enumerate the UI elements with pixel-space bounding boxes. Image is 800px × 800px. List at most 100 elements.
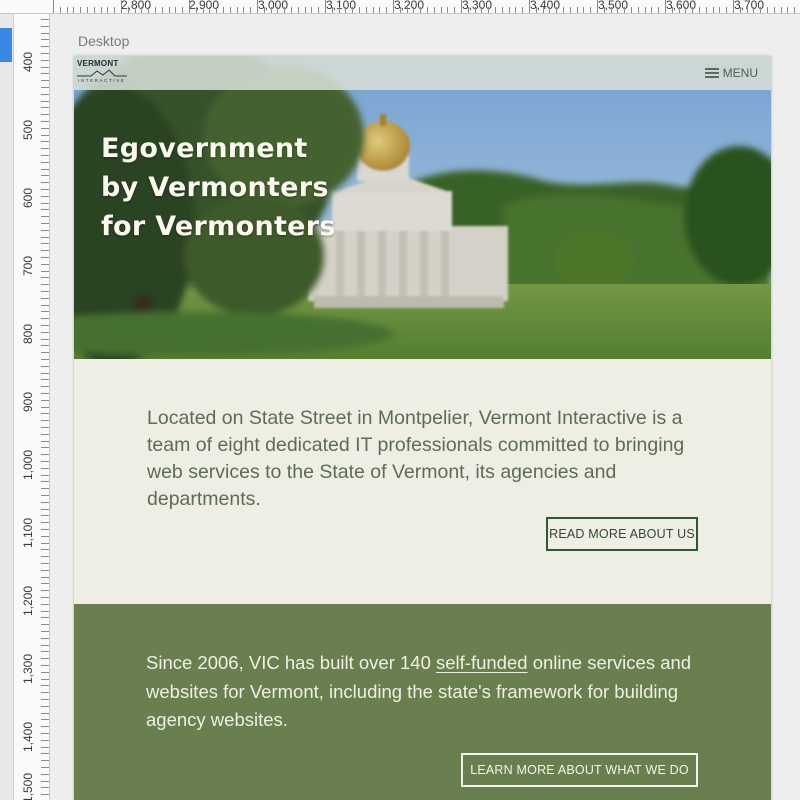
ruler-tick: [41, 39, 49, 41]
ruler-tick: [284, 7, 286, 13]
ruler-tick: [692, 7, 694, 13]
ruler-tick: [41, 182, 49, 184]
ruler-tick: [41, 148, 49, 150]
vermont-interactive-logo[interactable]: VERMONT INTERACTIVE: [77, 59, 129, 87]
menu-button[interactable]: MENU: [704, 66, 758, 80]
ruler-tick: [41, 202, 49, 204]
ruler-tick: [41, 590, 49, 592]
ruler-tick: [41, 658, 49, 660]
hero-title-line: for Vermonters: [101, 211, 336, 242]
ruler-tick: [229, 7, 231, 13]
ruler-tick: [41, 379, 49, 381]
ruler-tick: [93, 7, 95, 13]
ruler-tick: [41, 631, 49, 632]
ruler-tick: [576, 7, 578, 13]
work-text-start: Since 2006, VIC has built over 140: [146, 652, 437, 673]
ruler-tick: [365, 7, 367, 13]
ruler-tick: [236, 7, 238, 13]
ruler-label: 1,400: [21, 721, 35, 752]
ruler-tick: [41, 209, 49, 211]
ruler-tick: [508, 7, 510, 13]
ruler-tick: [41, 495, 49, 496]
ruler-tick: [41, 121, 49, 122]
ruler-tick: [59, 7, 61, 13]
ruler-tick: [542, 7, 544, 13]
ruler-tick: [41, 780, 49, 782]
ruler-tick: [311, 7, 313, 13]
ruler-tick: [41, 318, 49, 320]
ruler-tick: [141, 7, 143, 13]
ruler-tick: [41, 365, 49, 367]
ruler-tick: [501, 7, 503, 13]
ruler-label: 1,100: [21, 517, 35, 548]
ruler-tick: [41, 583, 49, 585]
ruler-tick: [515, 7, 517, 13]
ruler-tick: [345, 7, 347, 13]
ruler-tick: [658, 7, 660, 13]
vertical-ruler: 400 500 600 700 800 900 1,000 1,100 1,20…: [0, 14, 50, 800]
ruler-tick: [41, 522, 49, 524]
ruler-tick: [41, 270, 49, 272]
ruler-tick: [569, 7, 571, 13]
learn-more-button[interactable]: LEARN MORE ABOUT WHAT WE DO: [461, 753, 698, 787]
ruler-tick: [41, 372, 49, 374]
ruler-tick: [41, 114, 49, 116]
ruler-tick: [41, 726, 49, 728]
ruler-tick: [338, 7, 340, 13]
ruler-tick: [41, 107, 49, 109]
ruler-tick: [597, 0, 598, 13]
ruler-tick: [41, 746, 49, 748]
ruler-tick: [41, 454, 49, 456]
ruler-tick: [420, 7, 422, 13]
ruler-tick: [41, 93, 49, 95]
hero-title-line: by Vermonters: [101, 172, 329, 203]
ruler-tick: [488, 7, 490, 13]
artboard-label[interactable]: Desktop: [78, 33, 129, 49]
layers-strip[interactable]: [0, 14, 14, 800]
read-more-about-us-button[interactable]: READ MORE ABOUT US: [546, 517, 698, 551]
ruler-tick: [41, 19, 49, 20]
ruler-tick: [41, 597, 49, 598]
ruler-tick: [474, 7, 476, 13]
ruler-tick: [41, 250, 49, 252]
ruler-tick: [739, 7, 741, 13]
ruler-tick: [41, 678, 49, 680]
ruler-tick: [41, 705, 49, 707]
logo-tagline: INTERACTIVE: [78, 78, 126, 83]
ruler-tick: [41, 535, 49, 537]
ruler-tick: [746, 7, 748, 13]
ruler-tick: [637, 7, 639, 13]
ruler-tick: [66, 7, 68, 13]
artboard-desktop[interactable]: VERMONT INTERACTIVE MENU Egovernment by …: [74, 56, 771, 800]
ruler-tick: [41, 229, 49, 231]
ruler-tick: [182, 7, 184, 13]
logo-wordmark: VERMONT: [77, 59, 119, 68]
ruler-tick: [277, 7, 279, 13]
ruler-tick: [41, 100, 49, 102]
ruler-tick: [41, 773, 49, 775]
ruler-tick: [467, 7, 469, 13]
ruler-label: 1,000: [21, 449, 35, 480]
self-funded-link[interactable]: self-funded: [436, 652, 528, 673]
ruler-tick: [41, 624, 49, 626]
ruler-tick: [393, 0, 394, 13]
ruler-tick: [127, 7, 129, 13]
ruler-tick: [549, 7, 551, 13]
selected-layer-indicator[interactable]: [0, 28, 12, 62]
ruler-tick: [705, 7, 707, 13]
ruler-tick: [671, 7, 673, 13]
ruler-tick: [41, 563, 49, 564]
about-section: Located on State Street in Montpelier, V…: [74, 359, 771, 604]
ruler-tick: [41, 25, 49, 27]
ruler-tick: [41, 32, 49, 34]
hamburger-icon: [704, 68, 719, 78]
work-text: Since 2006, VIC has built over 140 self-…: [146, 649, 706, 735]
ruler-tick: [41, 699, 49, 700]
ruler-tick: [216, 7, 218, 13]
ruler-tick: [41, 794, 49, 796]
horizontal-ruler: 2,800 2,900 3,000 3,100 3,200 3,300 3,40…: [0, 0, 800, 14]
about-text: Located on State Street in Montpelier, V…: [147, 407, 685, 510]
ruler-tick: [41, 386, 49, 388]
ruler-tick: [495, 7, 496, 13]
ruler-tick: [41, 576, 49, 578]
